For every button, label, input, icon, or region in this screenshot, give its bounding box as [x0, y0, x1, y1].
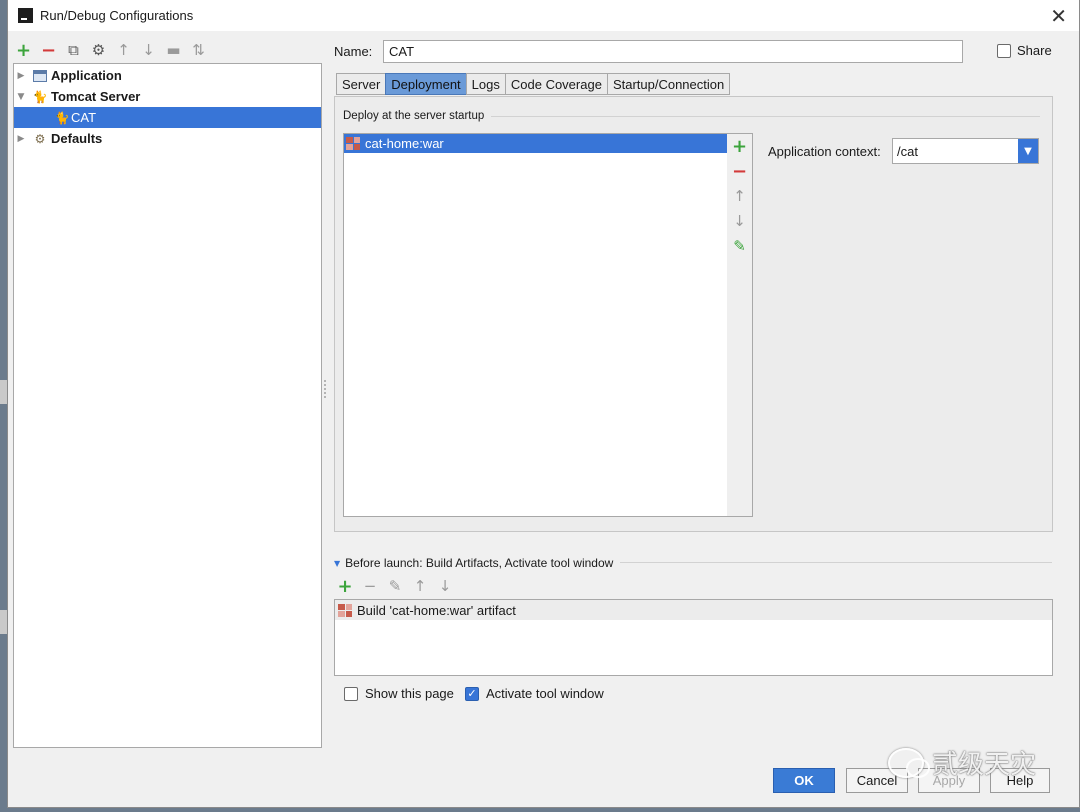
ok-button[interactable]: OK — [773, 768, 835, 793]
check-icon[interactable]: ✓ — [465, 686, 479, 701]
section-divider — [620, 562, 1052, 563]
sort-icon[interactable]: ⇅ — [189, 41, 208, 60]
move-down-icon[interactable]: ↓ — [730, 211, 750, 231]
deployment-side-toolbar: + − ↑ ↓ ✎ — [727, 133, 753, 517]
share-checkbox[interactable]: Share — [997, 43, 1052, 58]
add-artifact-icon[interactable]: + — [730, 136, 750, 157]
application-icon — [32, 69, 48, 83]
collapse-arrow-icon[interactable]: ▼ — [334, 559, 340, 568]
tomcat-config-icon: 🐈 — [54, 110, 70, 125]
move-down-icon[interactable]: ↓ — [139, 41, 158, 60]
tomcat-icon: 🐈 — [32, 89, 48, 104]
cancel-button[interactable]: Cancel — [846, 768, 908, 793]
show-page-checkbox-box[interactable] — [344, 686, 358, 701]
close-icon[interactable]: ✕ — [1050, 4, 1067, 28]
move-up-icon[interactable]: ↑ — [411, 577, 429, 595]
deploy-section-title: Deploy at the server startup — [343, 110, 485, 122]
artifact-label: cat-home:war — [365, 136, 444, 151]
name-label: Name: — [334, 44, 373, 59]
config-toolbar: + − ⧉ ⚙ ↑ ↓ ▬ ⇅ — [14, 40, 208, 61]
move-down-icon[interactable]: ↓ — [436, 577, 454, 595]
tree-item-cat[interactable]: 🐈 CAT — [14, 107, 321, 128]
wrench-icon: ⚙ — [34, 131, 46, 146]
section-divider — [491, 116, 1040, 117]
application-context-combo[interactable]: /cat ▼ — [892, 138, 1039, 164]
tab-startup-connection[interactable]: Startup/Connection — [606, 73, 731, 95]
application-context-label: Application context: — [768, 144, 881, 159]
before-launch-title: Before launch: Build Artifacts, Activate… — [345, 556, 614, 570]
show-page-label: Show this page — [365, 686, 454, 701]
tree-item-defaults[interactable]: ▶ ⚙ Defaults — [14, 128, 321, 149]
expand-arrow-icon[interactable]: ▶ — [14, 134, 28, 144]
intellij-logo-icon — [18, 8, 33, 23]
remove-artifact-icon[interactable]: − — [730, 161, 750, 182]
application-context-value[interactable]: /cat — [893, 144, 1018, 159]
share-label: Share — [1017, 43, 1052, 58]
edit-defaults-icon[interactable]: ⚙ — [89, 41, 108, 60]
background-strip — [0, 610, 7, 634]
show-page-checkbox[interactable]: Show this page — [344, 686, 454, 701]
build-artifact-icon — [338, 603, 352, 617]
tree-item-application[interactable]: ▶ Application — [14, 65, 321, 86]
deployment-artifact-list[interactable]: cat-home:war — [343, 133, 728, 517]
activate-tool-window-checkbox[interactable]: ✓ Activate tool window — [465, 686, 604, 701]
remove-icon[interactable]: − — [39, 40, 58, 61]
tab-code-coverage[interactable]: Code Coverage — [504, 73, 607, 95]
remove-task-icon[interactable]: − — [361, 577, 379, 595]
name-field[interactable] — [383, 40, 963, 63]
task-row[interactable]: Build 'cat-home:war' artifact — [335, 600, 1052, 620]
tab-server[interactable]: Server — [336, 73, 386, 95]
tab-logs[interactable]: Logs — [465, 73, 505, 95]
tab-deployment[interactable]: Deployment — [385, 73, 466, 95]
tree-item-tomcat-server[interactable]: ▼ 🐈 Tomcat Server — [14, 86, 321, 107]
config-tabs: Server Deployment Logs Code Coverage Sta… — [336, 73, 731, 95]
move-up-icon[interactable]: ↑ — [114, 41, 133, 60]
window-title: Run/Debug Configurations — [40, 8, 194, 23]
before-launch-task-list[interactable]: Build 'cat-home:war' artifact — [334, 599, 1053, 676]
tree-item-label: CAT — [71, 110, 97, 125]
copy-icon[interactable]: ⧉ — [64, 41, 83, 60]
chevron-down-icon[interactable]: ▼ — [1018, 139, 1038, 163]
tree-item-label: Tomcat Server — [51, 89, 141, 104]
configuration-tree[interactable]: ▶ Application ▼ 🐈 Tomcat Server 🐈 CAT ▶ … — [13, 63, 322, 748]
task-label: Build 'cat-home:war' artifact — [357, 602, 516, 618]
activate-label: Activate tool window — [486, 686, 604, 701]
collapse-arrow-icon[interactable]: ▼ — [14, 92, 28, 102]
edit-pencil-icon[interactable]: ✎ — [730, 236, 750, 256]
folder-icon[interactable]: ▬ — [164, 41, 183, 60]
background-strip — [0, 380, 7, 404]
artifact-row[interactable]: cat-home:war — [344, 134, 727, 153]
artifact-icon — [346, 137, 360, 150]
splitter-handle[interactable] — [324, 380, 328, 404]
before-launch-toolbar: + − ✎ ↑ ↓ — [336, 576, 454, 597]
share-checkbox-box[interactable] — [997, 43, 1011, 58]
title-bar: Run/Debug Configurations ✕ — [8, 0, 1079, 31]
add-task-icon[interactable]: + — [336, 576, 354, 597]
add-icon[interactable]: + — [14, 40, 33, 61]
help-button[interactable]: Help — [990, 768, 1050, 793]
edit-pencil-icon[interactable]: ✎ — [386, 577, 404, 595]
apply-button[interactable]: Apply — [918, 768, 980, 793]
tree-item-label: Defaults — [51, 131, 103, 146]
move-up-icon[interactable]: ↑ — [730, 186, 750, 206]
tree-item-label: Application — [51, 68, 122, 83]
before-launch-header[interactable]: ▼ Before launch: Build Artifacts, Activa… — [334, 556, 613, 570]
expand-arrow-icon[interactable]: ▶ — [14, 71, 28, 81]
